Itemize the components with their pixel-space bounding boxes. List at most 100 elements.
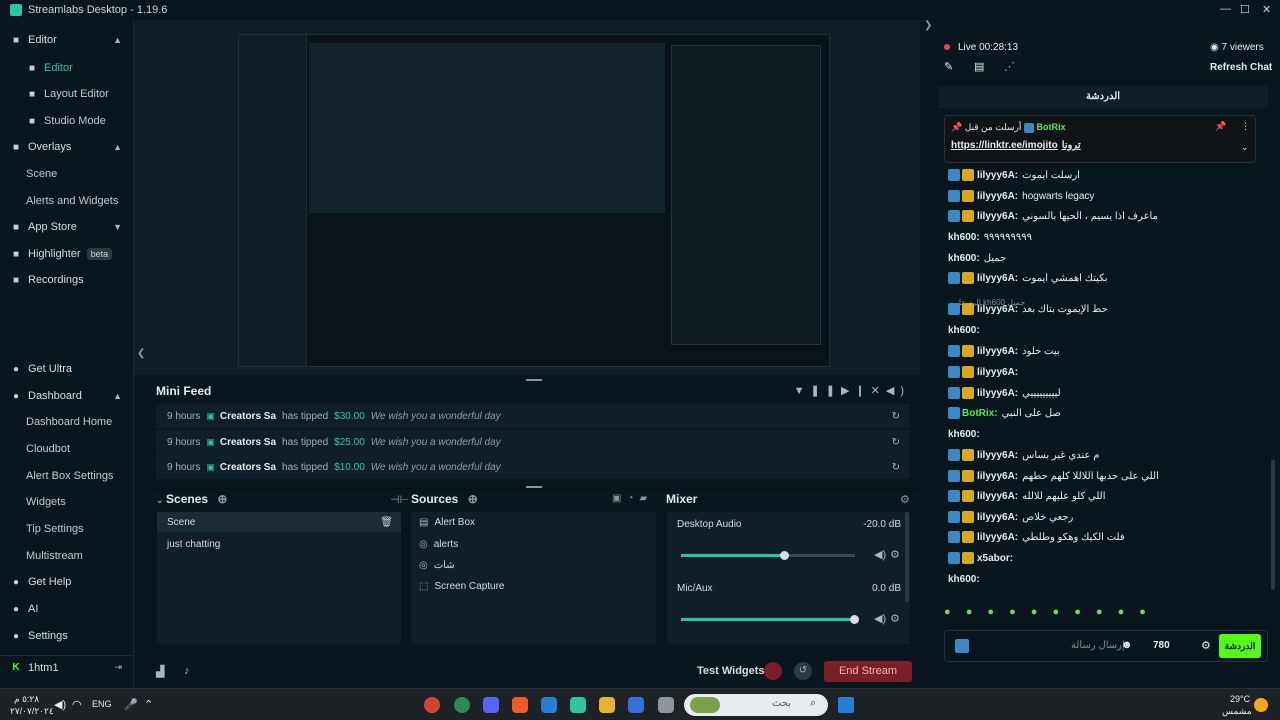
feed-event-row[interactable]: 9 hours ▣ Creators Sa has tipped $25.00 We wi… [156,430,910,454]
volume-icon[interactable]: ◀) [886,385,910,397]
chat-username[interactable]: lilyyy6A: [977,388,1018,399]
sidebar-item-tip-settings[interactable]: Tip Settings [0,517,134,541]
mixer-scrollbar[interactable] [905,512,909,602]
feed-event-row[interactable]: 9 hours ▣ Creators Sa has tipped $10.00 We wi… [156,455,910,479]
end-stream-button[interactable]: End Stream [824,661,912,682]
chat-tab[interactable]: الدردشة [938,86,1268,108]
chat-message[interactable]: x5abor: [948,548,1017,568]
performance-icon[interactable]: ▟ [156,665,164,678]
scene-transitions-icon[interactable]: ⊣⊢ [390,493,409,506]
chat-username[interactable]: lilyyy6A: [977,346,1018,357]
refresh-chat-button[interactable]: Refresh Chat [1210,62,1272,73]
sidebar-item-ai[interactable]: ● AI [0,597,134,621]
sidebar-item-editor[interactable]: ■ Editor [0,56,134,80]
sidebar-item-highlighter[interactable]: ■ Highlighter beta [0,242,134,266]
record-button[interactable] [764,662,782,680]
chrome-icon[interactable] [424,697,440,713]
chevron-icon[interactable]: ▲ [113,35,122,45]
stream-preview[interactable] [238,34,830,367]
chat-message[interactable]: lilyyy6A: اللي على حدبها اللاللا كلهم حطه… [948,466,1159,486]
folder-icon[interactable] [599,697,615,713]
share-icon[interactable]: ⋰ [1004,60,1015,73]
chat-username[interactable]: lilyyy6A: [977,211,1018,222]
notification-icon[interactable]: ♪ [184,665,190,677]
send-button[interactable]: الدردشة [1219,634,1261,658]
feed-event-row[interactable]: 9 hours ▣ Creators Sa has tipped $30.00 We wi… [156,404,910,428]
scene-item[interactable]: just chatting [157,534,401,554]
add-source-icon[interactable]: ⊕ [468,492,478,506]
chat-message[interactable]: lilyyy6A: فلت الكيك وهكو وطلطي [948,527,1125,547]
chat-message[interactable]: kh600: [948,569,984,589]
chat-message[interactable]: kh600: [948,320,984,340]
source-preview-icon[interactable]: ▣ [612,493,627,504]
discord-icon[interactable] [483,697,499,713]
source-item[interactable]: ◎ شات [411,555,455,575]
pin-toggle-icon[interactable]: 📌 [1215,121,1226,132]
sidebar-item-1htm1[interactable]: K 1htm1 ⇥ [0,655,134,679]
source-item[interactable]: ◎ alerts [411,534,458,554]
chat-username[interactable]: kh600: [948,253,980,264]
chat-input[interactable]: إرسال رسالة [1071,640,1125,651]
chat-username[interactable]: x5abor: [977,553,1013,564]
mic-aux-slider[interactable] [681,615,859,624]
chat-message[interactable]: lilyyy6A: ماعرف اذا يسيم ، الحيها بالسوني [948,206,1158,226]
sidebar-item-cloudbot[interactable]: Cloudbot [0,437,134,461]
sidebar-item-layout-editor[interactable]: ■ Layout Editor [0,82,134,106]
filter-icon[interactable]: ▼ [794,385,811,397]
chat-message[interactable]: BotRix: صل على النبي [948,403,1061,423]
source-folder-icon[interactable]: ▰ [640,493,654,504]
pause-icon[interactable]: ❚❚ [811,385,841,397]
chat-username[interactable]: BotRix: [962,408,998,419]
chat-username[interactable]: lilyyy6A: [977,304,1018,315]
popout-icon[interactable]: ▤ [974,60,984,73]
chat-message[interactable]: lilyyy6A: hogwarts legacy [948,186,1094,206]
chat-message[interactable]: lilyyy6A: م عندي غير بساس [948,445,1099,465]
chat-username[interactable]: kh600: [948,429,980,440]
sidebar-item-settings[interactable]: ● Settings [0,624,134,648]
taskbar-search[interactable]: بحث ⌕ [684,694,828,716]
chat-username[interactable]: lilyyy6A: [977,532,1018,543]
sidebar-item-dashboard[interactable]: ● Dashboard ▲ [0,384,134,408]
replay-alert-icon[interactable]: ↻ [892,462,900,473]
language-indicator[interactable]: ENG [92,699,112,709]
chat-username[interactable]: kh600: [948,232,980,243]
mute-icon[interactable]: ◀) [874,548,886,561]
source-item[interactable]: ▤ Alert Box [411,512,475,532]
edit-icon[interactable]: ✎ [944,60,953,73]
source-filter-icon[interactable]: ◔ [627,493,639,504]
mute-alerts-icon[interactable]: ✕ [871,385,886,397]
sidebar-item-overlays[interactable]: ■ Overlays ▲ [0,135,134,159]
source-item[interactable]: ⬚ Screen Capture [411,576,505,596]
chat-username[interactable]: lilyyy6A: [977,471,1018,482]
window-icon[interactable] [658,697,674,713]
sidebar-item-scene[interactable]: Scene [0,162,134,186]
expand-chat-icon[interactable]: ❯ [924,20,932,31]
pinned-link[interactable]: https://linktr.ee/imojito ترونا [951,140,1081,151]
streamlabs-icon[interactable] [570,697,586,713]
sidebar-item-get-ultra[interactable]: ● Get Ultra [0,357,134,381]
chat-message[interactable]: lilyyy6A: اللي كلو عليهم للالله [948,486,1105,506]
chat-message[interactable]: kh600: ٩٩٩٩٩٩٩٩٩ [948,227,1032,247]
chevron-icon[interactable]: ▼ [113,222,122,232]
chat-message[interactable]: lilyyy6A: ليييييييييي [948,383,1061,403]
chevron-icon[interactable]: ▲ [113,142,122,152]
chat-message[interactable]: lilyyy6A: حط الإيموت بتاك بعد [948,299,1108,319]
desktop-audio-slider[interactable] [681,551,855,560]
channel-settings-icon[interactable]: ⚙ [890,548,900,561]
chat-username[interactable]: lilyyy6A: [977,450,1018,461]
chat-settings-icon[interactable]: ⚙ [1201,639,1211,652]
brave-icon[interactable] [512,697,528,713]
chevron-down-icon[interactable]: ⌄ [1241,142,1249,153]
chat-username[interactable]: lilyyy6A: [977,491,1018,502]
collapse-sidebar-icon[interactable]: ❮ [137,348,145,359]
mute-icon[interactable]: ◀) [874,612,886,625]
sidebar-item-studio-mode[interactable]: ■ Studio Mode [0,109,134,133]
more-options-icon[interactable]: ⋮ [1241,121,1250,132]
chat-username[interactable]: kh600: [948,325,980,336]
replay-alert-icon[interactable]: ↻ [892,437,900,448]
chevron-up-icon[interactable]: ⌃ [144,698,153,711]
wifi-icon[interactable]: ◠ [72,698,82,711]
sidebar-item-recordings[interactable]: ■ Recordings [0,268,134,292]
edge-icon[interactable] [541,697,557,713]
chat-username[interactable]: lilyyy6A: [977,273,1018,284]
